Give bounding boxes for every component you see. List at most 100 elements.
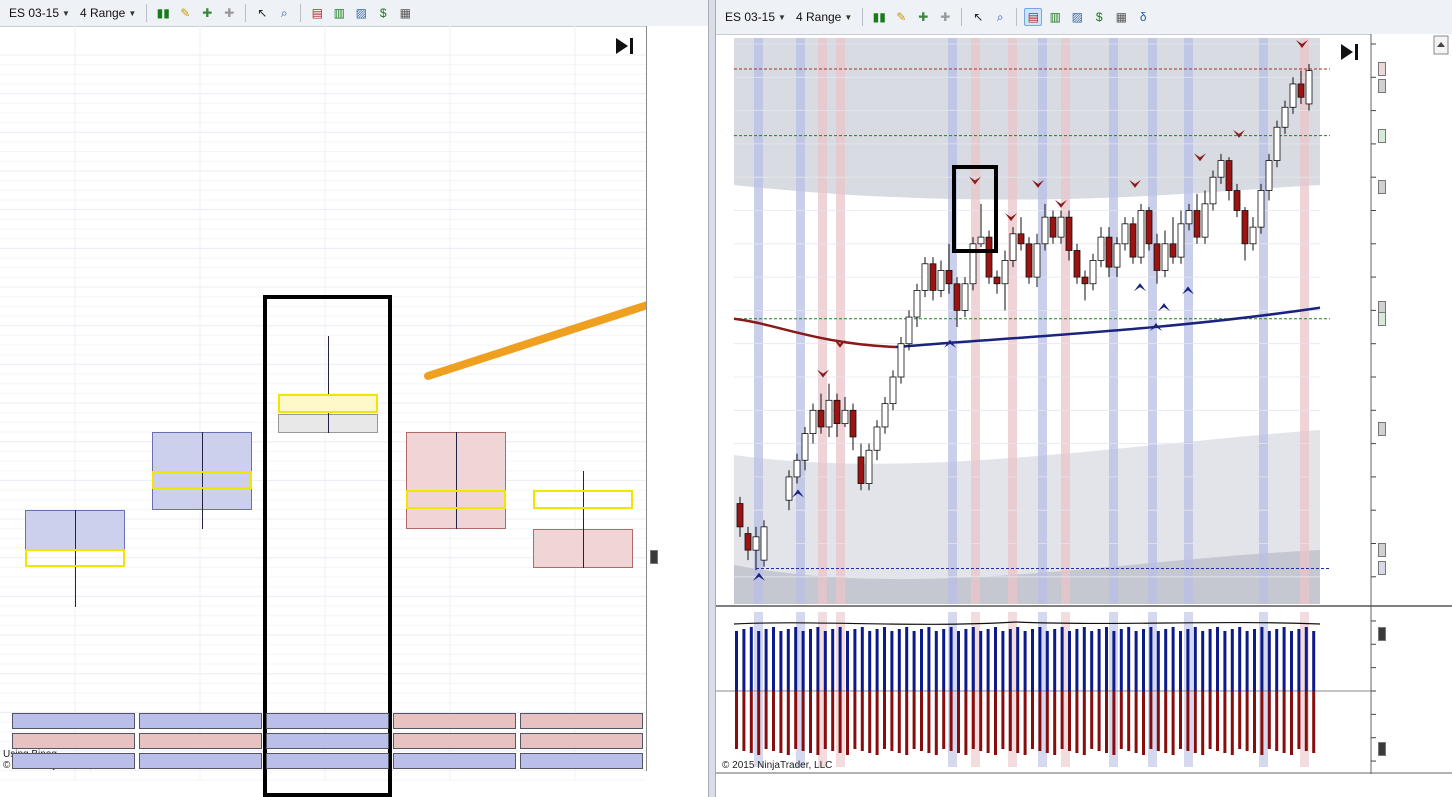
buy-volume-bar bbox=[1105, 627, 1108, 691]
buy-volume-bar bbox=[868, 631, 872, 691]
buy-volume-bar bbox=[1031, 629, 1034, 691]
play-end-icon-bar bbox=[630, 38, 633, 54]
price-axis-bg bbox=[1371, 34, 1452, 774]
sell-volume-bar bbox=[1001, 691, 1005, 749]
sell-volume-bar bbox=[1201, 691, 1205, 755]
bid-volume bbox=[280, 414, 324, 432]
candlestick-plot[interactable] bbox=[716, 0, 1452, 797]
buy-volume-bar bbox=[1156, 631, 1160, 691]
candle-up bbox=[913, 290, 921, 318]
sell-volume-bar bbox=[1090, 691, 1094, 749]
sell-volume-bar bbox=[1016, 691, 1020, 753]
candle-down bbox=[1105, 236, 1113, 268]
session-stripe bbox=[1300, 38, 1309, 604]
buy-volume-bar bbox=[772, 627, 775, 691]
buy-volume-bar bbox=[1023, 631, 1027, 691]
candle-up bbox=[825, 399, 833, 428]
buy-volume-bar bbox=[1223, 631, 1227, 691]
bid-volume bbox=[535, 490, 579, 508]
buy-volume-bar bbox=[1090, 631, 1094, 691]
ask-volume bbox=[332, 336, 376, 354]
candle-up bbox=[937, 270, 945, 291]
candle-up bbox=[809, 409, 817, 435]
footprint-chart-pane[interactable]: ES 03-15 ▼ 4 Range ▼ ▮▮ ✎ ✚ ✚ ↖ ⌕ ▤ ▥ ▨ … bbox=[0, 0, 708, 797]
sell-volume-bar bbox=[875, 691, 879, 755]
buy-volume-bar bbox=[816, 627, 820, 691]
buy-volume-bar bbox=[912, 631, 916, 691]
session-stripe bbox=[948, 38, 957, 604]
bid-volume bbox=[535, 471, 579, 489]
play-end-icon-bar bbox=[1355, 44, 1358, 60]
candlestick-chart-pane[interactable]: ES 03-15 ▼ 4 Range ▼ ▮▮ ✎ ✚ ✚ ↖ ⌕ ▤ ▥ ▨ … bbox=[716, 0, 1452, 797]
buy-volume-bar bbox=[860, 627, 864, 691]
sell-volume-bar bbox=[994, 691, 997, 755]
sell-volume-bar bbox=[1245, 691, 1249, 751]
buy-volume-bar bbox=[1260, 627, 1264, 691]
buy-volume-bar bbox=[742, 629, 746, 691]
session-stripe bbox=[1259, 38, 1268, 604]
delta-box bbox=[12, 713, 135, 729]
candle-up bbox=[897, 343, 905, 378]
ask-volume bbox=[587, 549, 631, 567]
candle-up bbox=[1217, 160, 1225, 178]
candle-down bbox=[857, 456, 865, 484]
sell-volume-bar bbox=[1149, 691, 1153, 749]
session-stripe bbox=[1109, 38, 1118, 604]
session-stripe bbox=[754, 38, 763, 604]
footprint-column bbox=[406, 432, 506, 529]
candle-up bbox=[1289, 83, 1297, 108]
buy-volume-bar bbox=[823, 631, 827, 691]
footprint-column bbox=[152, 432, 252, 529]
buy-volume-bar bbox=[875, 629, 879, 691]
ask-volume bbox=[460, 432, 504, 450]
buy-volume-bar bbox=[1008, 629, 1012, 691]
sell-volume-bar bbox=[749, 691, 753, 753]
session-stripe bbox=[1038, 38, 1047, 604]
sell-volume-bar bbox=[912, 691, 916, 749]
sell-volume-bar bbox=[1171, 691, 1175, 755]
candle-down bbox=[993, 276, 1001, 285]
sell-volume-bar bbox=[1068, 691, 1071, 751]
ask-volume bbox=[79, 510, 123, 528]
session-stripe bbox=[1008, 38, 1017, 604]
buy-volume-bar bbox=[1216, 627, 1219, 691]
sell-volume-bar bbox=[1023, 691, 1027, 755]
session-stripe bbox=[1148, 38, 1157, 604]
bid-volume bbox=[280, 375, 324, 393]
buy-volume-bar bbox=[986, 629, 990, 691]
ask-volume bbox=[79, 568, 123, 586]
candle-up bbox=[1041, 216, 1049, 245]
buy-volume-bar bbox=[749, 627, 753, 691]
sell-volume-bar bbox=[831, 691, 835, 751]
price-tag bbox=[1378, 311, 1386, 326]
delta-minus-box bbox=[12, 733, 135, 749]
left-price-axis[interactable] bbox=[646, 26, 708, 771]
delta-plus-box bbox=[266, 753, 389, 769]
buy-volume-bar bbox=[1186, 629, 1190, 691]
candle-down bbox=[1073, 250, 1081, 278]
ask-volume bbox=[206, 432, 250, 450]
buy-volume-bar bbox=[994, 627, 997, 691]
sell-volume-bar bbox=[979, 691, 983, 751]
delta-plus-box bbox=[139, 753, 262, 769]
sell-volume-bar bbox=[1134, 691, 1138, 753]
buy-volume-bar bbox=[1142, 629, 1145, 691]
candle-up bbox=[1089, 260, 1097, 285]
sell-volume-bar bbox=[1297, 691, 1301, 749]
buy-volume-bar bbox=[1134, 631, 1138, 691]
copyright-label: © 2015 NinjaTrader, LLC bbox=[722, 760, 833, 771]
pane-splitter[interactable] bbox=[708, 0, 716, 797]
footprint-column bbox=[533, 471, 633, 568]
sell-volume-bar bbox=[1038, 691, 1042, 751]
bid-volume bbox=[154, 510, 198, 528]
candle-down bbox=[945, 270, 953, 285]
delta-plus-box bbox=[520, 753, 643, 769]
buy-volume-bar bbox=[1230, 629, 1234, 691]
ask-volume bbox=[460, 471, 504, 489]
ask-volume bbox=[206, 451, 250, 469]
ask-volume bbox=[460, 490, 504, 508]
sell-volume-bar bbox=[1216, 691, 1219, 751]
candle-up bbox=[1097, 236, 1105, 261]
buy-volume-bar bbox=[964, 629, 968, 691]
buy-volume-bar bbox=[1001, 631, 1005, 691]
